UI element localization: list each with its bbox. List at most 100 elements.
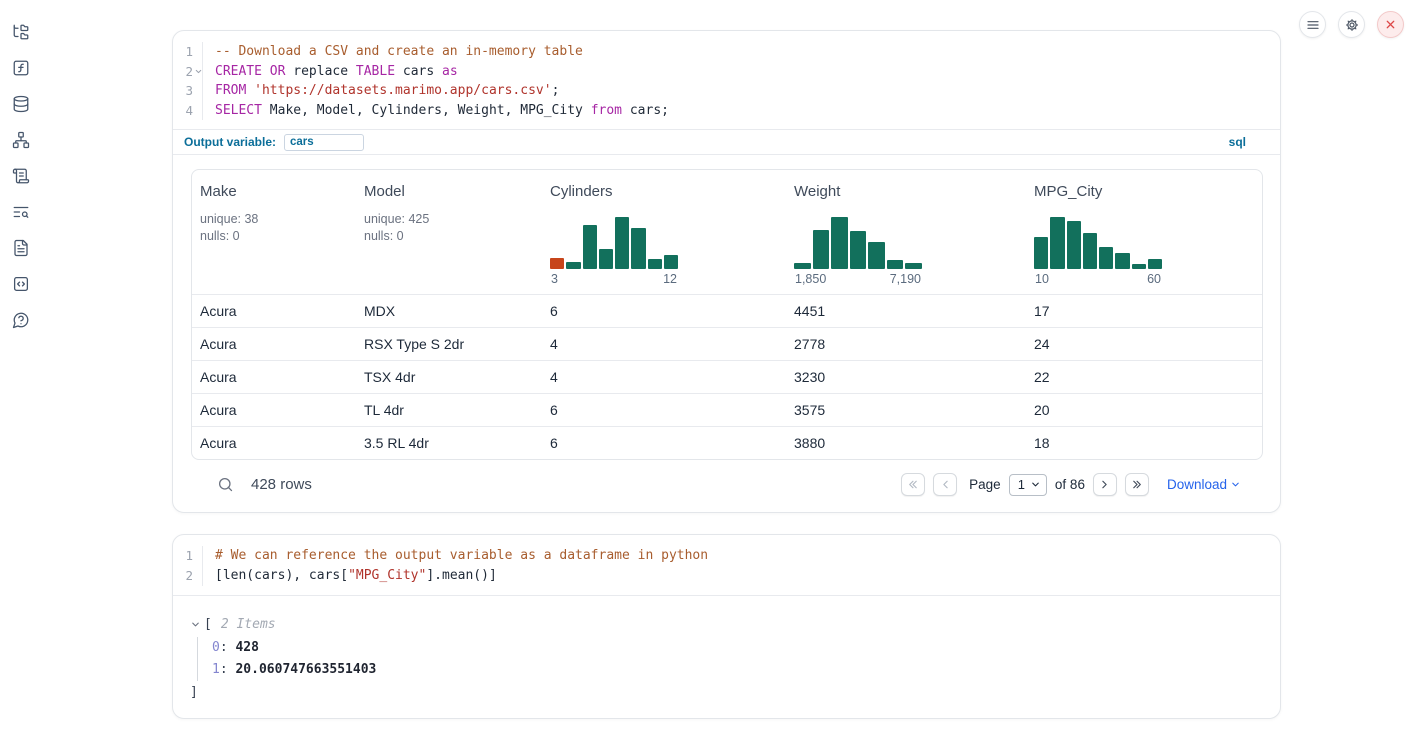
column-header-weight[interactable]: Weight1,8507,190 [786,170,1026,294]
sidebar-item-help[interactable] [12,311,30,329]
table-row[interactable]: AcuraMDX6445117 [192,294,1262,327]
table-row[interactable]: AcuraRSX Type S 2dr4277824 [192,327,1262,360]
histogram-bar [813,230,830,269]
sidebar-item-documentation[interactable] [12,239,30,257]
file-tree-icon [12,23,30,41]
column-header-make[interactable]: Makeunique: 38nulls: 0 [192,170,356,294]
table-cell: 18 [1026,435,1262,451]
line-number: 4 [173,101,203,121]
download-button[interactable]: Download [1167,477,1241,492]
sidebar-item-datasources[interactable] [12,95,30,113]
table-cell: 20 [1026,402,1262,418]
table-row[interactable]: AcuraTSX 4dr4323022 [192,360,1262,393]
column-header-mpg_city[interactable]: MPG_City1060 [1026,170,1262,294]
histogram-bar [887,260,904,269]
list-search-icon [12,203,30,221]
table-body: AcuraMDX6445117AcuraRSX Type S 2dr427782… [192,294,1262,459]
table-cell: 4 [542,369,786,385]
sidebar-item-snippets[interactable] [12,275,30,293]
next-page-button[interactable] [1093,473,1117,496]
histogram-bar [1132,264,1146,269]
column-label: Make [200,183,348,200]
table-cell: 17 [1026,303,1262,319]
menu-button[interactable] [1299,11,1326,38]
first-page-button[interactable] [901,473,925,496]
column-header-cylinders[interactable]: Cylinders312 [542,170,786,294]
network-icon [12,131,30,149]
code-text: FROM 'https://datasets.marimo.app/cars.c… [203,81,559,101]
search-icon [217,476,234,493]
table-cell: 22 [1026,369,1262,385]
column-histogram [550,215,678,269]
table-cell: 6 [542,402,786,418]
table-header: Makeunique: 38nulls: 0Modelunique: 425nu… [192,170,1262,294]
histogram-bar [831,217,848,269]
column-histogram [1034,215,1162,269]
histogram-bar [648,259,662,269]
search-button[interactable] [217,476,234,493]
histogram-bar [631,228,645,269]
table-cell: Acura [192,402,356,418]
line-number: 2 [173,566,203,586]
collapse-toggle[interactable] [190,619,201,630]
sidebar-item-file-explorer[interactable] [12,23,30,41]
chevrons-left-icon [907,478,920,491]
output-variable-bar: Output variable: sql [173,129,1280,155]
tree-items-count: 2 Items [221,617,276,632]
histogram-axis-labels: 312 [550,272,678,286]
table-row[interactable]: Acura3.5 RL 4dr6388018 [192,426,1262,459]
prev-page-button[interactable] [933,473,957,496]
column-stats: unique: 425nulls: 0 [364,211,534,244]
settings-button[interactable] [1338,11,1365,38]
line-number: 1 [173,546,203,566]
code-text: CREATE OR replace TABLE cars as [203,62,458,82]
sidebar-item-logs[interactable] [12,203,30,221]
output-variable-input[interactable] [284,134,364,151]
sql-cell: 1-- Download a CSV and create an in-memo… [172,30,1281,513]
line-number: 3 [173,81,203,101]
tree-entry-value: 20.060747663551403 [235,662,376,677]
tree-entry-key: 0 [212,640,220,655]
sidebar-item-scratchpad[interactable] [12,167,30,185]
notebook-area: 1-- Download a CSV and create an in-memo… [172,30,1281,719]
sql-code-editor[interactable]: 1-- Download a CSV and create an in-memo… [173,31,1280,129]
table-cell: 24 [1026,336,1262,352]
database-icon [12,95,30,113]
table-cell: TSX 4dr [356,369,542,385]
sidebar-item-variables[interactable] [12,59,30,77]
histogram-bar [566,262,580,269]
table-cell: 4451 [786,303,1026,319]
chevron-right-icon [1098,478,1111,491]
code-line: 2[len(cars), cars["MPG_City"].mean()] [173,566,1280,586]
code-text: [len(cars), cars["MPG_City"].mean()] [203,566,497,586]
histogram-bar [1083,233,1097,269]
tree-root: [ 2 Items [190,617,1262,632]
topbar-controls [1299,11,1404,38]
table-row[interactable]: AcuraTL 4dr6357520 [192,393,1262,426]
tree-close-bracket: ] [190,685,1262,700]
page-select-value: 1 [1018,477,1025,492]
code-text: SELECT Make, Model, Cylinders, Weight, M… [203,101,669,121]
histogram-bar [615,217,629,269]
page-select[interactable]: 1 [1009,474,1047,496]
shutdown-button[interactable] [1377,11,1404,38]
table-cell: Acura [192,336,356,352]
histogram-bar [1099,247,1113,269]
chevron-down-icon [1230,479,1241,490]
histogram-axis-labels: 1,8507,190 [794,272,922,286]
code-text: -- Download a CSV and create an in-memor… [203,42,583,62]
table-cell: RSX Type S 2dr [356,336,542,352]
table-cell: Acura [192,435,356,451]
line-number: 1 [173,42,203,62]
histogram-bar [1034,237,1048,269]
fold-chevron-icon[interactable] [194,67,203,76]
table-cell: 3.5 RL 4dr [356,435,542,451]
column-header-model[interactable]: Modelunique: 425nulls: 0 [356,170,542,294]
scroll-icon [12,167,30,185]
python-code-editor[interactable]: 1# We can reference the output variable … [173,535,1280,594]
gear-icon [1344,17,1360,33]
histogram-bar [664,255,678,269]
language-badge[interactable]: sql [1229,135,1246,149]
last-page-button[interactable] [1125,473,1149,496]
sidebar-item-dependency-graph[interactable] [12,131,30,149]
